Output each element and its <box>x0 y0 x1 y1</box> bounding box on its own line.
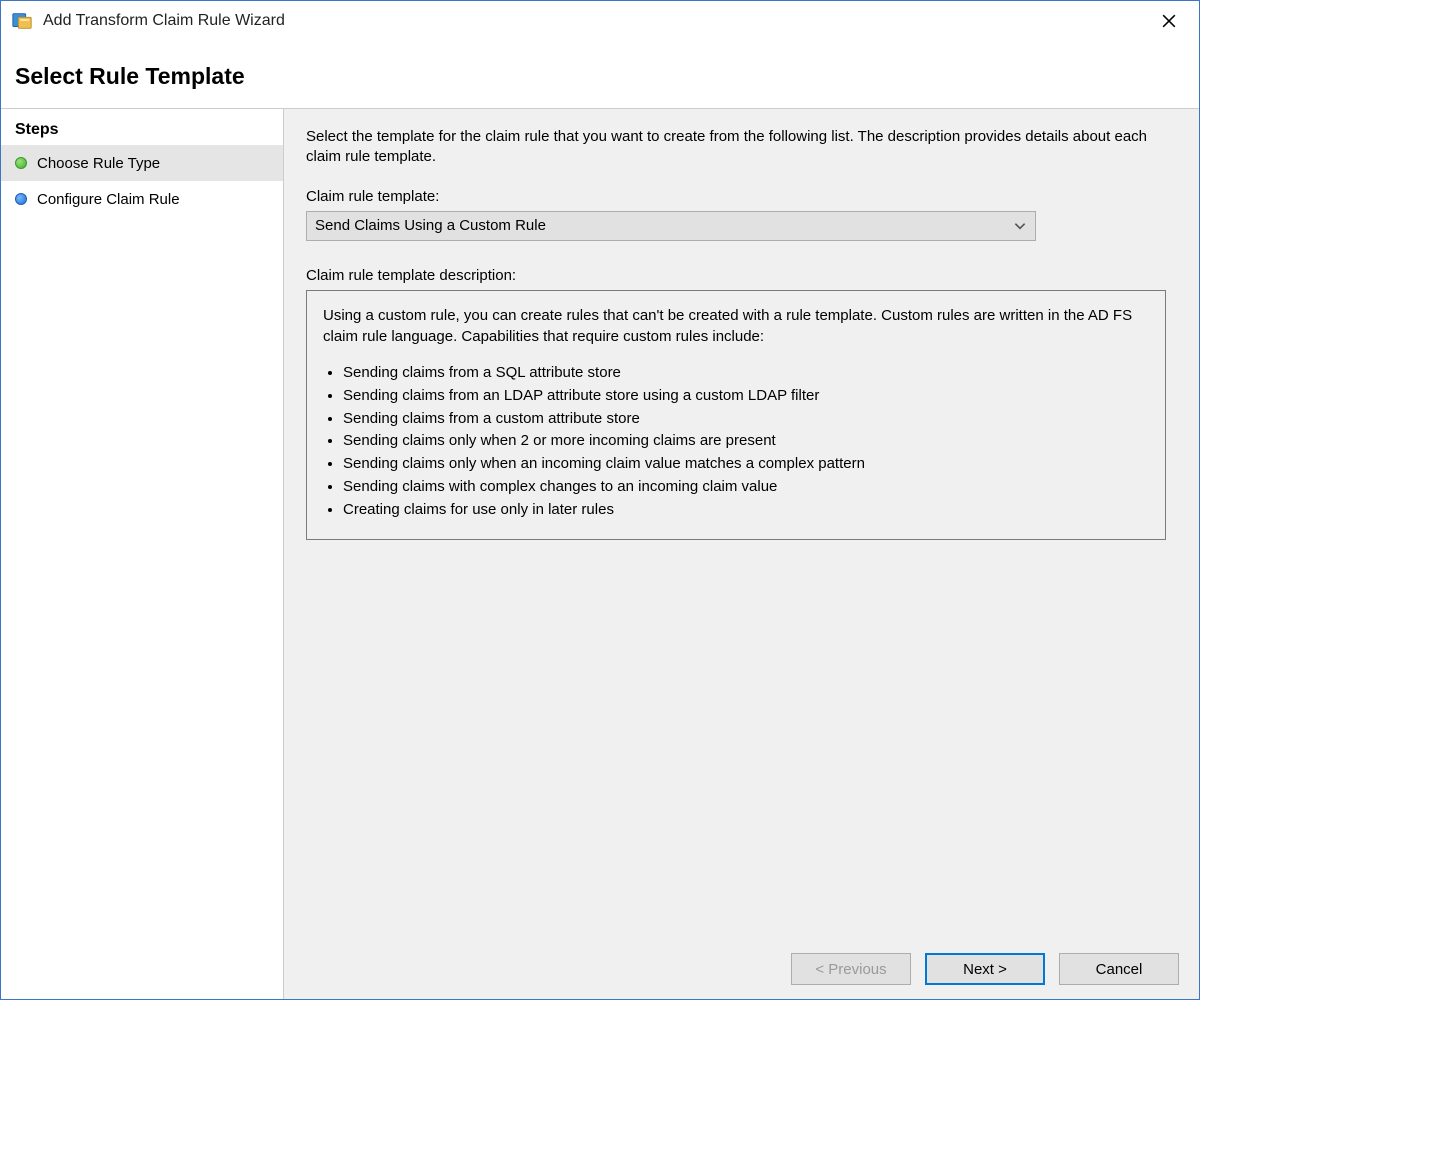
dropdown-selected-text: Send Claims Using a Custom Rule <box>315 217 1013 234</box>
step-pending-icon <box>15 193 27 205</box>
step-configure-claim-rule[interactable]: Configure Claim Rule <box>1 181 283 217</box>
main-area: Steps Choose Rule Type Configure Claim R… <box>1 108 1199 999</box>
next-button[interactable]: Next > <box>925 953 1045 985</box>
previous-button: < Previous <box>791 953 911 985</box>
list-item: Sending claims from a custom attribute s… <box>343 408 1149 430</box>
step-complete-icon <box>15 157 27 169</box>
list-item: Sending claims only when an incoming cla… <box>343 453 1149 475</box>
page-title: Select Rule Template <box>1 41 1199 108</box>
template-description-box: Using a custom rule, you can create rule… <box>306 290 1166 541</box>
close-button[interactable] <box>1149 6 1189 36</box>
description-label: Claim rule template description: <box>306 267 1177 284</box>
titlebar: Add Transform Claim Rule Wizard <box>1 1 1199 41</box>
template-label: Claim rule template: <box>306 188 1177 205</box>
list-item: Sending claims with complex changes to a… <box>343 476 1149 498</box>
wizard-window: Add Transform Claim Rule Wizard Select R… <box>0 0 1200 1000</box>
description-bullet-list: Sending claims from a SQL attribute stor… <box>323 362 1149 520</box>
cancel-button[interactable]: Cancel <box>1059 953 1179 985</box>
step-label: Configure Claim Rule <box>37 191 180 208</box>
steps-sidebar: Steps Choose Rule Type Configure Claim R… <box>1 109 284 999</box>
steps-heading: Steps <box>1 109 283 145</box>
content-panel: Select the template for the claim rule t… <box>284 109 1199 999</box>
list-item: Sending claims only when 2 or more incom… <box>343 430 1149 452</box>
app-icon <box>11 10 33 32</box>
button-bar: < Previous Next > Cancel <box>791 953 1179 985</box>
list-item: Sending claims from an LDAP attribute st… <box>343 385 1149 407</box>
intro-text: Select the template for the claim rule t… <box>306 127 1177 168</box>
list-item: Creating claims for use only in later ru… <box>343 499 1149 521</box>
description-intro: Using a custom rule, you can create rule… <box>323 305 1149 349</box>
step-label: Choose Rule Type <box>37 155 160 172</box>
close-icon <box>1162 14 1176 28</box>
claim-rule-template-dropdown[interactable]: Send Claims Using a Custom Rule <box>306 211 1036 241</box>
window-title: Add Transform Claim Rule Wizard <box>43 12 1149 30</box>
list-item: Sending claims from a SQL attribute stor… <box>343 362 1149 384</box>
chevron-down-icon <box>1013 219 1027 233</box>
step-choose-rule-type[interactable]: Choose Rule Type <box>1 145 283 181</box>
